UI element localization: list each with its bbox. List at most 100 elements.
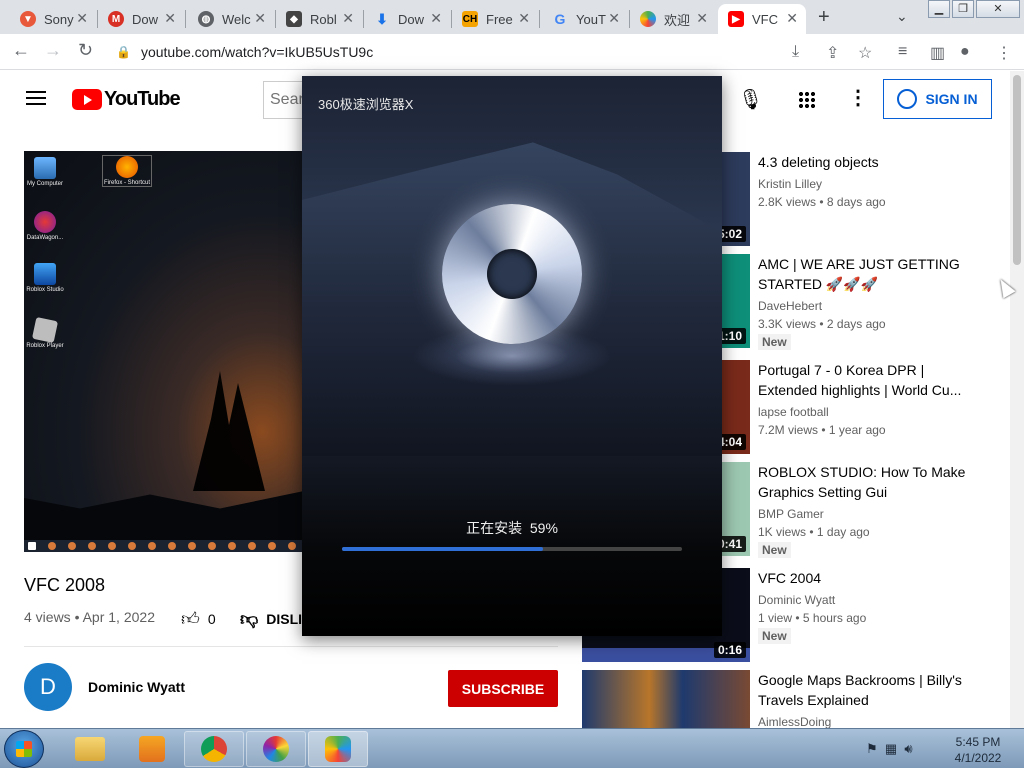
- close-icon[interactable]: ✕: [696, 10, 708, 27]
- roblox-icon: ◆: [286, 11, 302, 27]
- back-button[interactable]: ←: [12, 40, 30, 61]
- new-tab-button[interactable]: +: [818, 6, 830, 29]
- taskbar-clock[interactable]: 5:45 PM 4/1/2022: [948, 734, 1008, 766]
- close-icon[interactable]: ✕: [518, 10, 530, 27]
- bookmark-star-icon[interactable]: ☆: [858, 43, 872, 63]
- browser-tab[interactable]: ▼ Sony ✕: [10, 4, 96, 34]
- windows-taskbar: ⚑ ▦ 🔊︎ 5:45 PM 4/1/2022: [0, 728, 1024, 768]
- browser-toolbar: ← → ↻ 🔒 youtube.com/watch?v=IkUB5UsTU9c …: [0, 34, 1024, 70]
- browser-tab[interactable]: ◍ Welc ✕: [188, 4, 274, 34]
- start-button[interactable]: [4, 730, 44, 768]
- progress-fill: [342, 547, 543, 551]
- subscribe-button[interactable]: SUBSCRIBE: [448, 670, 558, 707]
- app-taskbar-button[interactable]: [246, 731, 306, 767]
- youtube-icon: ▶: [728, 11, 744, 27]
- video-title: VFC 2008: [24, 575, 106, 595]
- close-icon[interactable]: ✕: [76, 10, 88, 27]
- new-badge: New: [758, 628, 791, 644]
- list-item[interactable]: Google Maps Backrooms | Billy's Travels …: [582, 670, 992, 728]
- install-icon[interactable]: ⤓: [792, 43, 799, 61]
- close-icon[interactable]: ✕: [430, 10, 442, 27]
- system-tray[interactable]: ⚑ ▦ 🔊︎: [866, 741, 913, 757]
- install-progress-bar: [342, 547, 682, 551]
- desktop-icon: Roblox Studio: [24, 263, 70, 293]
- chrome-icon: [201, 736, 227, 762]
- browser-menu-icon[interactable]: ⋮: [996, 43, 1012, 63]
- close-window-button[interactable]: ✕: [976, 0, 1020, 18]
- browser-tab[interactable]: ◆ Robl ✕: [276, 4, 362, 34]
- sony-icon: ▼: [20, 11, 36, 27]
- browser-360-icon: [640, 11, 656, 27]
- profile-icon[interactable]: ●: [960, 43, 970, 61]
- new-badge: New: [758, 542, 791, 558]
- ch-icon: CH: [462, 11, 478, 27]
- reload-button[interactable]: ↻: [78, 40, 93, 61]
- install-status: 正在安装 59%: [466, 520, 558, 536]
- thumbs-down-icon: 👎︎: [240, 609, 259, 629]
- folder-icon: [75, 737, 105, 761]
- desktop-icon: DataWagon...: [24, 211, 70, 241]
- desktop-icon: Firefox - Shortcut: [102, 155, 152, 187]
- page-scrollbar[interactable]: [1010, 71, 1024, 728]
- browser-360-logo-icon: [442, 204, 582, 344]
- browser-tab[interactable]: ⬇ Dow ✕: [364, 4, 450, 34]
- close-icon[interactable]: ✕: [254, 10, 266, 27]
- chrome-taskbar-button[interactable]: [184, 731, 244, 767]
- download-icon: ⬇: [376, 10, 388, 27]
- apps-grid-icon[interactable]: [798, 91, 816, 109]
- desktop-icon: My Computer: [24, 157, 70, 187]
- volume-icon: 🔊︎: [904, 741, 913, 756]
- more-options-icon[interactable]: ⋮: [848, 85, 868, 110]
- globe-icon: ◍: [198, 11, 214, 27]
- sign-in-button[interactable]: SIGN IN: [883, 79, 992, 119]
- youtube-logo[interactable]: YouTube: [72, 88, 181, 111]
- browser-tab-bar: ▼ Sony ✕ M Dow ✕ ◍ Welc ✕ ◆ Robl ✕ ⬇ Dow ✕ CH Free ✕…: [0, 0, 1024, 34]
- maximize-button[interactable]: ❐: [952, 0, 974, 18]
- close-icon[interactable]: ✕: [608, 10, 620, 27]
- google-icon: G: [554, 11, 566, 27]
- media-player-icon: [139, 736, 165, 762]
- browser-tab-active[interactable]: ▶ VFC ✕: [718, 4, 806, 34]
- video-player[interactable]: My Computer Firefox - Shortcut DataWagon…: [24, 151, 304, 552]
- pinwheel-icon: [263, 736, 289, 762]
- divider: [24, 646, 558, 647]
- close-icon[interactable]: ✕: [342, 10, 354, 27]
- side-panel-icon[interactable]: ▥: [930, 43, 945, 63]
- url-text: youtube.com/watch?v=IkUB5UsTU9c: [140, 44, 374, 60]
- media-player-taskbar-button[interactable]: [122, 731, 182, 767]
- thumbs-up-icon: 👍︎: [181, 609, 200, 629]
- browser-360-icon: [325, 736, 351, 762]
- youtube-play-icon: [72, 89, 102, 110]
- media-icon[interactable]: ≡: [898, 43, 907, 61]
- flag-icon: ⚑: [866, 741, 878, 756]
- chevron-down-icon[interactable]: ⌄: [896, 8, 908, 25]
- dislike-button[interactable]: 👎︎ DISLI: [240, 608, 302, 630]
- browser-tab[interactable]: 欢迎 ✕: [630, 4, 716, 34]
- address-bar[interactable]: 🔒 youtube.com/watch?v=IkUB5UsTU9c: [110, 38, 890, 66]
- menu-icon[interactable]: [26, 91, 46, 105]
- forward-button[interactable]: →: [44, 40, 62, 61]
- share-icon[interactable]: ⇪: [826, 43, 839, 63]
- user-circle-icon: [897, 89, 918, 109]
- scrollbar-thumb[interactable]: [1013, 75, 1021, 265]
- installer-taskbar-button[interactable]: [308, 731, 368, 767]
- video-thumbnail[interactable]: [582, 670, 750, 728]
- microphone-icon[interactable]: 🎙: [738, 87, 763, 112]
- desktop-icon: Roblox Player: [24, 316, 70, 349]
- installer-title: 360极速浏览器X: [318, 97, 414, 112]
- browser-tab[interactable]: M Dow ✕: [98, 4, 184, 34]
- browser-tab[interactable]: G YouT ✕: [542, 4, 628, 34]
- explorer-taskbar-button[interactable]: [60, 731, 120, 767]
- channel-name[interactable]: Dominic Wyatt: [88, 679, 185, 695]
- avatar[interactable]: D: [24, 663, 72, 711]
- video-meta: 4 views • Apr 1, 2022: [24, 609, 155, 625]
- installer-dialog: 360极速浏览器X 正在安装 59%: [302, 76, 722, 636]
- network-icon: ▦: [884, 741, 898, 756]
- lock-icon[interactable]: 🔒: [116, 45, 131, 59]
- close-icon[interactable]: ✕: [786, 10, 798, 27]
- gmail-icon: M: [108, 11, 124, 27]
- close-icon[interactable]: ✕: [164, 10, 176, 27]
- minimize-button[interactable]: ▁: [928, 0, 950, 18]
- browser-tab[interactable]: CH Free ✕: [452, 4, 538, 34]
- like-button[interactable]: 👍︎ 0: [181, 608, 216, 630]
